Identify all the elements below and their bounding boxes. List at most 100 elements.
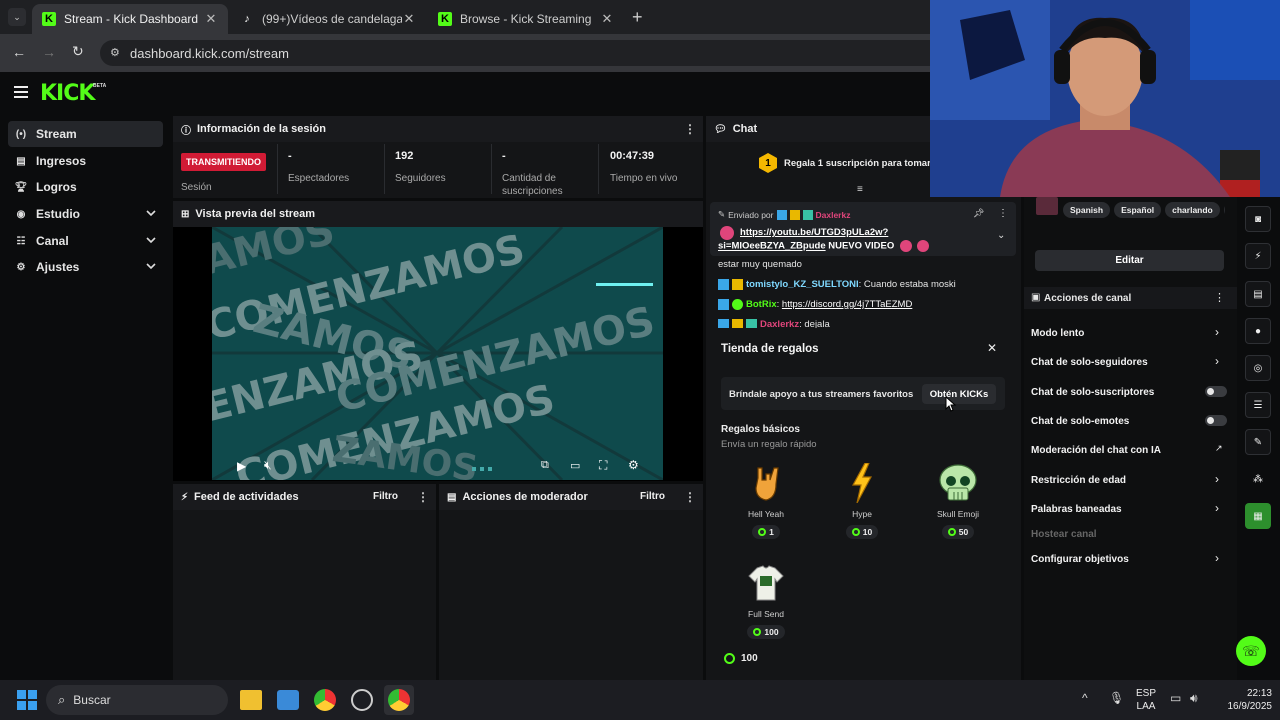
action-age-restriction[interactable]: Restricción de edad bbox=[1031, 475, 1126, 486]
tab-tiktok[interactable]: ♪ (99+)Vídeos de candelagallino ✕ bbox=[230, 4, 426, 34]
store-icon[interactable] bbox=[277, 690, 299, 710]
chevron-right-icon[interactable]: › bbox=[1215, 472, 1219, 486]
microphone-icon[interactable]: 🎙︎ bbox=[1109, 691, 1124, 705]
message-link[interactable]: https://discord.gg/4j7TTaEZMD bbox=[782, 299, 912, 310]
action-slow-mode[interactable]: Modo lento bbox=[1031, 328, 1084, 339]
document-icon[interactable]: ▤ bbox=[1245, 281, 1271, 307]
chat-bubble-icon[interactable]: ● bbox=[1245, 318, 1271, 344]
theater-icon[interactable]: ▭ bbox=[570, 459, 580, 472]
external-link-icon[interactable]: ↗ bbox=[1215, 443, 1223, 454]
action-followers-only[interactable]: Chat de solo-seguidores bbox=[1031, 357, 1148, 368]
sidebar-item-label: Ajustes bbox=[36, 260, 80, 274]
bolt-icon[interactable]: ⚡︎ bbox=[1245, 243, 1271, 269]
sidebar-item-ajustes[interactable]: ⚙ Ajustes bbox=[8, 254, 163, 280]
pinned-link[interactable]: si=MIOeeBZYA_ZBpude bbox=[718, 241, 826, 252]
sidebar-item-canal[interactable]: ☷ Canal bbox=[8, 228, 163, 254]
play-icon[interactable]: ▶ bbox=[237, 459, 246, 473]
kick-logo[interactable]: KICK bbox=[40, 81, 95, 106]
tag[interactable]: charlando bbox=[1165, 202, 1220, 218]
chevron-right-icon[interactable]: › bbox=[1215, 354, 1219, 368]
tab-search-icon[interactable]: ⌄ bbox=[8, 8, 26, 26]
video-player[interactable]: AMOS COMENZAMOS ZAMOS ENZAMOS COMENZAMOS… bbox=[212, 227, 663, 480]
taskbar-search[interactable]: ⌕ Buscar bbox=[46, 685, 228, 715]
new-tab-icon[interactable]: + bbox=[632, 7, 643, 28]
more-options-icon[interactable]: ⋮ bbox=[684, 490, 696, 504]
tray-chevron-icon[interactable]: ^ bbox=[1082, 691, 1088, 705]
pinned-link[interactable]: https://youtu.be/UTGD3pULa2w? bbox=[740, 227, 888, 238]
close-icon[interactable]: ✕ bbox=[402, 11, 416, 27]
more-options-icon[interactable]: ⋮ bbox=[998, 208, 1008, 219]
reload-icon[interactable]: ↻ bbox=[72, 43, 84, 60]
menu-icon[interactable] bbox=[14, 86, 28, 98]
gift-full-send[interactable]: Full Send 100 bbox=[726, 563, 806, 639]
site-info-icon[interactable]: ⚙ bbox=[110, 46, 120, 59]
action-configure-goals[interactable]: Configurar objetivos bbox=[1031, 554, 1129, 565]
chat-username[interactable]: Daxlerkz bbox=[760, 319, 799, 328]
pip-icon[interactable]: ⧉ bbox=[541, 459, 549, 472]
filter-button[interactable]: Filtro bbox=[373, 491, 398, 502]
forward-icon[interactable]: → bbox=[42, 44, 56, 60]
close-icon[interactable]: ✕ bbox=[987, 341, 997, 355]
list-icon[interactable]: ☰ bbox=[1245, 392, 1271, 418]
chevron-right-icon[interactable]: › bbox=[1215, 325, 1219, 339]
gift-skull-emoji[interactable]: Skull Emoji 50 bbox=[918, 463, 998, 539]
sidebar-item-stream[interactable]: (•) Stream bbox=[8, 121, 163, 147]
message-text: estar muy quemado bbox=[718, 259, 802, 270]
sidebar-item-estudio[interactable]: ◉ Estudio bbox=[8, 201, 163, 227]
more-options-icon[interactable]: ⋮ bbox=[1214, 291, 1225, 304]
users-icon[interactable]: ⁂ bbox=[1245, 466, 1271, 492]
tab-stream-dashboard[interactable]: K Stream - Kick Dashboard ✕ bbox=[32, 4, 228, 34]
filter-button[interactable]: Filtro bbox=[640, 491, 665, 502]
wrench-icon[interactable]: ✎ bbox=[1245, 429, 1271, 455]
camera-icon[interactable]: ◙ bbox=[1245, 206, 1271, 232]
support-icon[interactable]: ☏ bbox=[1236, 636, 1266, 666]
more-options-icon[interactable]: ⋮ bbox=[684, 122, 696, 136]
chat-filter-icon[interactable]: ≡ bbox=[857, 184, 863, 195]
clock[interactable]: 22:13 16/9/2025 bbox=[1212, 687, 1273, 713]
chrome-icon[interactable] bbox=[388, 689, 410, 711]
url-field[interactable]: ⚙ dashboard.kick.com/stream bbox=[100, 40, 930, 66]
more-options-icon[interactable]: ⋮ bbox=[417, 490, 429, 504]
mod-actions-header: ▤ Acciones de moderador Filtro ⋮ bbox=[439, 484, 703, 510]
emotes-only-toggle[interactable] bbox=[1205, 415, 1227, 426]
chat-username[interactable]: BotRix bbox=[746, 299, 777, 310]
app-icon[interactable] bbox=[351, 689, 373, 711]
pin-icon[interactable]: 📌︎ bbox=[973, 208, 984, 219]
action-banned-words[interactable]: Palabras baneadas bbox=[1031, 504, 1122, 515]
mute-icon[interactable]: 🔇︎ bbox=[264, 458, 272, 473]
pin-icon: ✎ bbox=[718, 209, 726, 219]
edit-button[interactable]: Editar bbox=[1035, 250, 1224, 271]
live-badge: TRANSMITIENDO bbox=[181, 153, 266, 171]
pinned-username[interactable]: Daxlerkz bbox=[816, 210, 851, 220]
fullscreen-icon[interactable]: ⛶ bbox=[599, 458, 607, 473]
gift-hype[interactable]: Hype 10 bbox=[822, 463, 902, 539]
tag[interactable]: Español bbox=[1114, 202, 1162, 218]
chat-username[interactable]: tomistylo_KZ_SUELTONI bbox=[746, 279, 859, 290]
back-icon[interactable]: ← bbox=[12, 44, 26, 60]
tab-browse-kick[interactable]: K Browse - Kick Streaming ✕ bbox=[428, 4, 624, 34]
chrome-icon[interactable] bbox=[314, 689, 336, 711]
goal-text: Regala 1 suscripción para tomar la p bbox=[784, 158, 930, 169]
get-kicks-button[interactable]: Obtén KICKs bbox=[922, 384, 996, 404]
sidebar-item-ingresos[interactable]: ▤ Ingresos bbox=[8, 148, 163, 174]
language-indicator[interactable]: ESP LAA bbox=[1133, 687, 1159, 713]
volume-icon[interactable]: 🔊︎ bbox=[1190, 691, 1198, 706]
chevron-right-icon[interactable]: › bbox=[1215, 551, 1219, 565]
file-explorer-icon[interactable] bbox=[240, 690, 262, 710]
chevron-right-icon[interactable]: › bbox=[1215, 501, 1219, 515]
sidebar-item-logros[interactable]: 🏆︎ Logros bbox=[8, 174, 163, 200]
gift-hell-yeah[interactable]: Hell Yeah 1 bbox=[726, 463, 806, 539]
app-icon[interactable]: ▦ bbox=[1245, 503, 1271, 529]
close-icon[interactable]: ✕ bbox=[600, 11, 614, 27]
network-icon[interactable]: ▭ bbox=[1170, 691, 1181, 705]
tag[interactable]: Spanish bbox=[1063, 202, 1111, 218]
windows-start-icon[interactable] bbox=[17, 690, 37, 710]
player-settings-icon[interactable]: ⚙ bbox=[628, 458, 639, 472]
gift-name: Hype bbox=[852, 509, 872, 519]
chevron-down-icon[interactable]: ⌄ bbox=[997, 230, 1005, 241]
subscribers-only-toggle[interactable] bbox=[1205, 386, 1227, 397]
broadcast-icon[interactable]: ◎ bbox=[1245, 355, 1271, 381]
close-icon[interactable]: ✕ bbox=[204, 11, 218, 27]
action-ai-moderation[interactable]: Moderación del chat con IA bbox=[1031, 445, 1161, 456]
tag[interactable]: Su bbox=[1223, 202, 1225, 218]
